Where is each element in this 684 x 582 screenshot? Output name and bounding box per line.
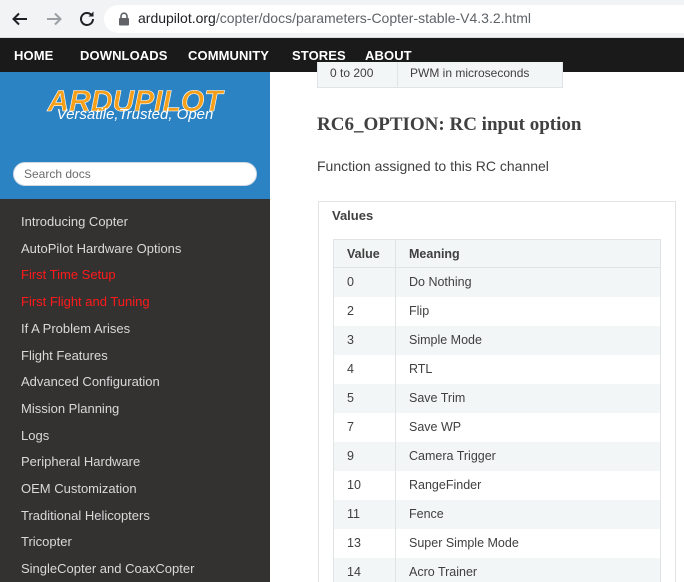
browser-toolbar: ardupilot.org/copter/docs/parameters-Cop…	[0, 0, 684, 38]
meaning-cell: Save WP	[395, 412, 661, 442]
url-text: ardupilot.org/copter/docs/parameters-Cop…	[138, 10, 531, 26]
param-title: RC6_OPTION: RC input option	[317, 114, 582, 135]
sidebar-item[interactable]: Peripheral Hardware	[21, 454, 140, 469]
values-label: Values	[332, 208, 374, 223]
sidebar-item[interactable]: Advanced Configuration	[21, 374, 160, 389]
table-header-row: Value Meaning	[333, 239, 661, 268]
values-table: Value Meaning 0 Do Nothing 2 Flip 3 Simple Mo…	[333, 239, 661, 582]
sidebar-item[interactable]: If A Problem Arises	[21, 321, 130, 336]
value-cell: 14	[333, 557, 396, 582]
table-row: 10 RangeFinder	[333, 470, 661, 500]
lock-icon	[119, 12, 129, 26]
table-row: 9 Camera Trigger	[333, 441, 661, 471]
sidebar-item[interactable]: Mission Planning	[21, 401, 119, 416]
arrow-left-icon	[12, 12, 27, 26]
forward-button[interactable]	[42, 7, 66, 31]
range-cell: 0 to 200	[317, 62, 398, 88]
search-input[interactable]	[13, 162, 257, 186]
table-row: 3 Simple Mode	[333, 325, 661, 355]
sidebar-header: ARDUPILOT Versatile,Trusted, Open	[0, 72, 270, 199]
value-cell: 2	[333, 296, 396, 326]
table-row: 7 Save WP	[333, 412, 661, 442]
value-cell: 0	[333, 267, 396, 297]
param-description: Function assigned to this RC channel	[317, 158, 549, 174]
reload-icon	[80, 11, 94, 26]
meaning-cell: Do Nothing	[395, 267, 661, 297]
sidebar-item[interactable]: Flight Features	[21, 348, 108, 363]
values-panel: Values Value Meaning 0 Do Nothing 2 Flip 3 Si…	[318, 201, 676, 582]
sidebar-item[interactable]: OEM Customization	[21, 481, 137, 496]
url-path: /copter/docs/parameters-Copter-stable-V4…	[215, 10, 531, 26]
sidebar-item[interactable]: Introducing Copter	[21, 214, 128, 229]
sidebar-item[interactable]: SingleCopter and CoaxCopter	[21, 561, 194, 576]
meaning-cell: Flip	[395, 296, 661, 326]
header-meaning: Meaning	[395, 239, 661, 268]
table-row: 2 Flip	[333, 296, 661, 326]
arrow-right-icon	[47, 12, 62, 26]
nav-community[interactable]: COMMUNITY	[188, 48, 269, 63]
sidebar-item[interactable]: First Flight and Tuning	[21, 294, 150, 309]
table-row: 4 RTL	[333, 354, 661, 384]
table-row: 14 Acro Trainer	[333, 557, 661, 582]
sidebar-item[interactable]: Traditional Helicopters	[21, 508, 150, 523]
meaning-cell: Fence	[395, 499, 661, 529]
value-cell: 11	[333, 499, 396, 529]
value-cell: 5	[333, 383, 396, 413]
meaning-cell: RTL	[395, 354, 661, 384]
value-cell: 3	[333, 325, 396, 355]
values-table-body: 0 Do Nothing 2 Flip 3 Simple Mode 4 RTL 5 Save Tr…	[333, 267, 661, 582]
sidebar-item[interactable]: Tricopter	[21, 534, 72, 549]
header-value: Value	[333, 239, 396, 268]
meaning-cell: Save Trim	[395, 383, 661, 413]
value-cell: 13	[333, 528, 396, 558]
back-button[interactable]	[8, 7, 32, 31]
nav-downloads[interactable]: DOWNLOADS	[80, 48, 168, 63]
value-cell: 4	[333, 354, 396, 384]
value-cell: 7	[333, 412, 396, 442]
sidebar-item[interactable]: First Time Setup	[21, 267, 116, 282]
value-cell: 9	[333, 441, 396, 471]
table-row: 0 Do Nothing	[333, 267, 661, 297]
meaning-cell: Super Simple Mode	[395, 528, 661, 558]
value-cell: 10	[333, 470, 396, 500]
brand-tagline: Versatile,Trusted, Open	[56, 106, 214, 123]
sidebar-menu: Introducing Copter AutoPilot Hardware Opt…	[0, 199, 270, 582]
reload-button[interactable]	[75, 7, 99, 31]
table-row: 11 Fence	[333, 499, 661, 529]
meaning-cell: Acro Trainer	[395, 557, 661, 582]
nav-home[interactable]: HOME	[14, 48, 53, 63]
sidebar-item[interactable]: AutoPilot Hardware Options	[21, 241, 181, 256]
nav-stores[interactable]: STORES	[292, 48, 346, 63]
table-row: 13 Super Simple Mode	[333, 528, 661, 558]
table-row: 5 Save Trim	[333, 383, 661, 413]
meaning-cell: RangeFinder	[395, 470, 661, 500]
meaning-cell: Camera Trigger	[395, 441, 661, 471]
meaning-cell: Simple Mode	[395, 325, 661, 355]
units-cell: PWM in microseconds	[397, 62, 563, 88]
sidebar-item[interactable]: Logs	[21, 428, 49, 443]
address-bar[interactable]: ardupilot.org/copter/docs/parameters-Cop…	[104, 5, 684, 33]
nav-about[interactable]: ABOUT	[365, 48, 412, 63]
url-host: ardupilot.org	[138, 10, 216, 26]
